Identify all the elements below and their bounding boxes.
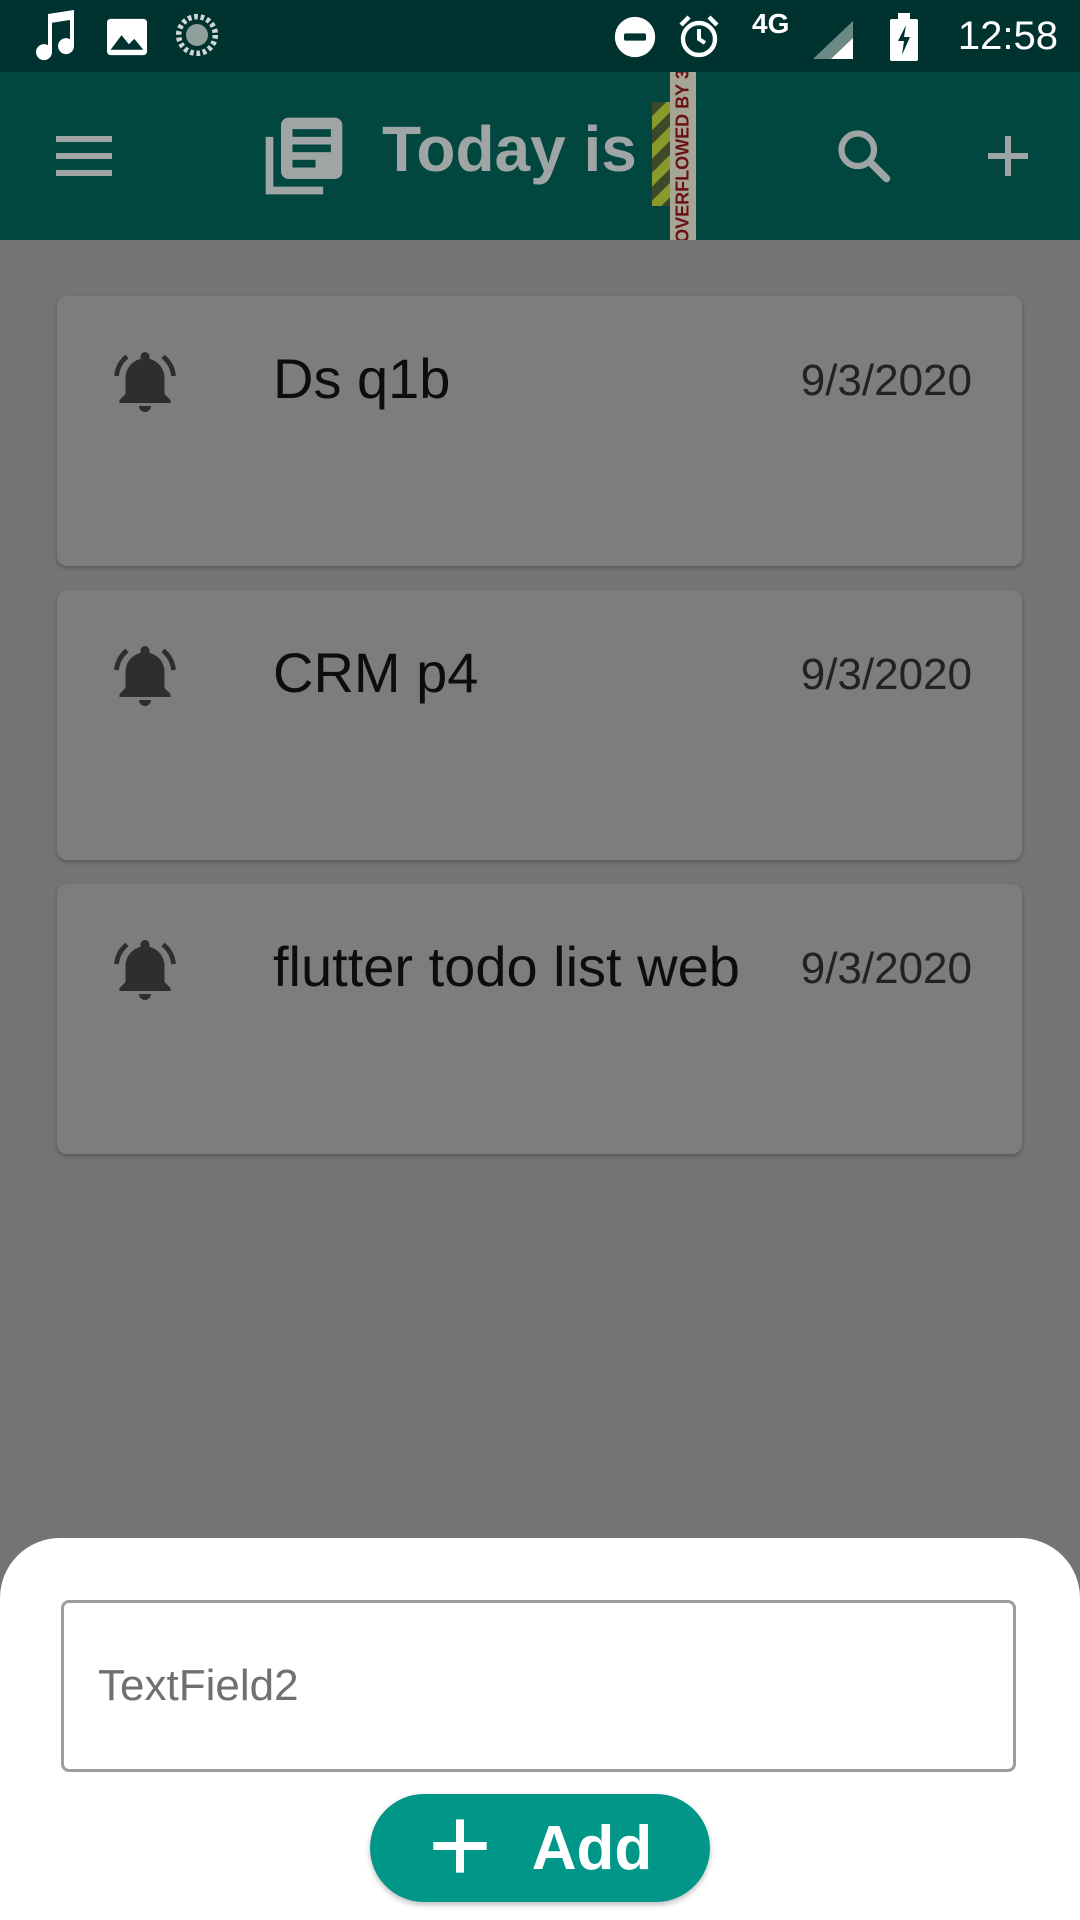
- status-bar: 4G 12:58: [0, 0, 1080, 72]
- task-text-field[interactable]: [61, 1600, 1016, 1772]
- signal-icon: [812, 20, 854, 60]
- task-title: flutter todo list web: [273, 935, 740, 998]
- task-input[interactable]: [96, 1660, 980, 1712]
- task-title: CRM p4: [273, 641, 479, 704]
- add-button-label: Add: [531, 1813, 653, 1883]
- task-date: 9/3/2020: [800, 650, 972, 699]
- sync-icon: [174, 12, 220, 58]
- add-icon[interactable]: [966, 114, 1050, 198]
- app-title: Today is: [382, 113, 637, 185]
- bell-icon[interactable]: [109, 934, 181, 1006]
- task-title: Ds q1b: [273, 347, 451, 410]
- task-date: 9/3/2020: [800, 356, 972, 405]
- list-item[interactable]: CRM p4 9/3/2020: [57, 590, 1022, 860]
- clock: 12:58: [957, 13, 1058, 58]
- bell-icon[interactable]: [109, 346, 181, 418]
- battery-charging-icon: [888, 12, 920, 62]
- bell-icon[interactable]: [109, 640, 181, 712]
- plus-icon: [428, 1814, 492, 1883]
- menu-icon[interactable]: [44, 116, 124, 196]
- bottom-sheet: Add: [0, 1538, 1080, 1920]
- news-icon: [256, 108, 352, 204]
- list-item[interactable]: Ds q1b 9/3/2020: [57, 296, 1022, 566]
- app-bar: Today is OVERFLOWED BY 3: [0, 72, 1080, 240]
- do-not-disturb-icon: [612, 14, 658, 60]
- alarm-icon: [674, 12, 724, 62]
- overflow-warning-text: OVERFLOWED BY 3: [672, 72, 693, 240]
- overflow-warning-banner: OVERFLOWED BY 3: [652, 72, 696, 240]
- network-type: 4G: [752, 8, 790, 39]
- task-date: 9/3/2020: [800, 944, 972, 993]
- list-item[interactable]: flutter todo list web 9/3/2020: [57, 884, 1022, 1154]
- search-icon[interactable]: [822, 114, 906, 198]
- music-note-icon: [28, 10, 80, 62]
- add-button[interactable]: Add: [370, 1794, 710, 1902]
- image-icon: [104, 14, 150, 60]
